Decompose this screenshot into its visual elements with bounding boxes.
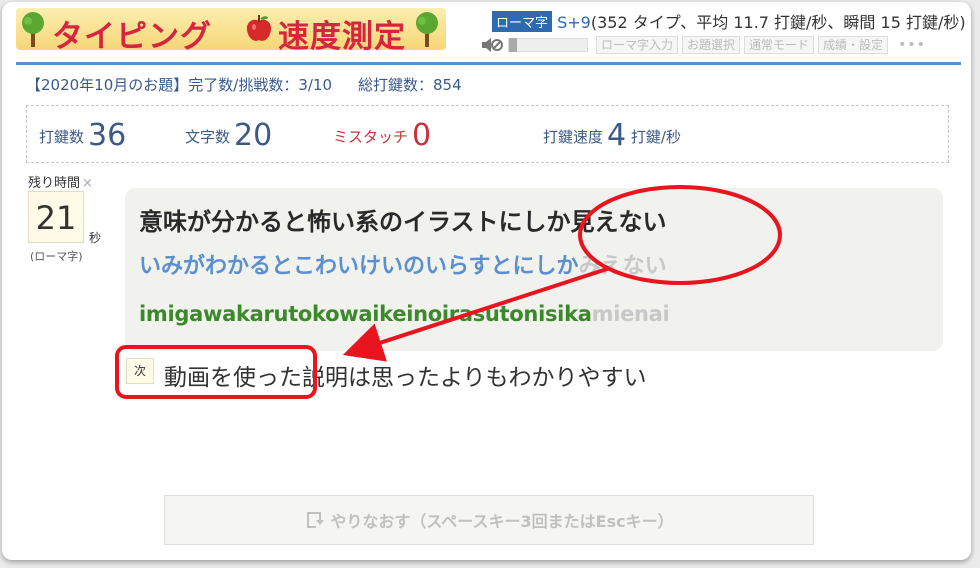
stat-chars: 文字数 20 xyxy=(185,118,272,153)
setting-detail: (352 タイプ、平均 11.7 打鍵/秒、瞬間 15 打鍵/秒) xyxy=(590,13,966,32)
stat-keystrokes: 打鍵数 36 xyxy=(39,118,126,153)
tree-icon xyxy=(22,12,44,47)
timer-mode: (ローマ字) xyxy=(30,250,83,263)
stat-keystrokes-value: 36 xyxy=(88,118,127,153)
stat-speed: 打鍵速度 4 打鍵/秒 xyxy=(543,118,681,153)
mute-icon[interactable] xyxy=(480,37,504,53)
stat-miss: ミスタッチ 0 xyxy=(333,118,431,153)
timer-unit: 秒 xyxy=(89,231,102,245)
next-badge: 次 xyxy=(126,358,154,384)
stat-speed-value: 4 xyxy=(607,118,627,153)
question-panel: 意味が分かると怖い系のイラストにしか見えない いみがわかるとこわいけいのいらすと… xyxy=(125,188,943,351)
logo-title-speed: 速度測定 xyxy=(278,19,406,55)
mode-badge: ローマ字 xyxy=(492,11,553,32)
timer-label: 残り時間 × xyxy=(28,172,93,191)
logo-title-typing: タイピング xyxy=(52,19,212,55)
app-window: タイピング 速度測定 ローマ字 S+9(352 タイプ、平均 11.7 打鍵/秒… xyxy=(2,2,971,560)
total-keystrokes: 総打鍵数：854 xyxy=(358,76,462,94)
volume-knob[interactable] xyxy=(509,38,517,52)
normal-mode-button[interactable]: 通常モード xyxy=(744,36,815,54)
timer-close-icon[interactable]: × xyxy=(82,176,93,191)
stat-chars-value: 20 xyxy=(234,118,273,153)
logo[interactable]: タイピング 速度測定 xyxy=(16,8,446,55)
setting-level: S+9 xyxy=(557,13,591,32)
retry-button[interactable]: やりなおす（スペースキー3回またはEscキー） xyxy=(164,495,814,545)
tree-icon xyxy=(416,12,438,47)
theme-progress: 【2020年10月のお題】完了数/挑戦数：3/10 xyxy=(26,76,333,94)
romaji-input-button[interactable]: ローマ字入力 xyxy=(596,36,679,54)
stats-panel: 打鍵数 36 文字数 20 ミスタッチ 0 打鍵速度 4 打鍵/秒 xyxy=(26,105,949,163)
timer-value: 21 xyxy=(28,191,84,243)
question-kanji: 意味が分かると怖い系のイラストにしか見えない xyxy=(139,208,667,236)
stat-miss-label: ミスタッチ xyxy=(333,128,409,146)
kana-typed: いみがわかるとこわいけいのいらすとにしか xyxy=(139,254,579,279)
header: タイピング 速度測定 ローマ字 S+9(352 タイプ、平均 11.7 打鍵/秒… xyxy=(2,2,971,62)
retry-icon xyxy=(307,512,325,528)
header-divider xyxy=(16,62,961,65)
stat-speed-unit: 打鍵/秒 xyxy=(630,128,681,146)
toolbar: ローマ字入力 お題選択 通常モード 成績・設定 ••• xyxy=(480,35,926,55)
apple-icon xyxy=(246,15,272,41)
stat-speed-label: 打鍵速度 xyxy=(543,128,604,146)
kana-remaining: みえない xyxy=(578,254,667,279)
stat-chars-label: 文字数 xyxy=(185,128,231,146)
topic-select-button[interactable]: お題選択 xyxy=(682,36,741,54)
question-romaji: imigawakarutokowaikeinoirasutonisikamien… xyxy=(139,302,670,326)
timer-label-text: 残り時間 xyxy=(28,176,81,191)
romaji-remaining: mienai xyxy=(591,302,670,326)
results-settings-button[interactable]: 成績・設定 xyxy=(818,36,889,54)
romaji-typed: imigawakarutokowaikeinoirasutonisika xyxy=(139,302,592,326)
question-kana: いみがわかるとこわいけいのいらすとにしかみえない xyxy=(139,248,667,280)
next-question: 動画を使った説明は思ったよりもわかりやすい xyxy=(164,365,647,391)
stat-miss-value: 0 xyxy=(412,118,432,153)
volume-slider[interactable] xyxy=(508,38,588,52)
stat-keystrokes-label: 打鍵数 xyxy=(39,128,85,146)
settings-summary: ローマ字 S+9(352 タイプ、平均 11.7 打鍵/秒、瞬間 15 打鍵/秒… xyxy=(492,9,966,33)
retry-label: やりなおす（スペースキー3回またはEscキー） xyxy=(330,512,674,531)
more-menu-icon[interactable]: ••• xyxy=(898,37,926,53)
progress-info: 【2020年10月のお題】完了数/挑戦数：3/10 総打鍵数：854 xyxy=(26,74,462,95)
